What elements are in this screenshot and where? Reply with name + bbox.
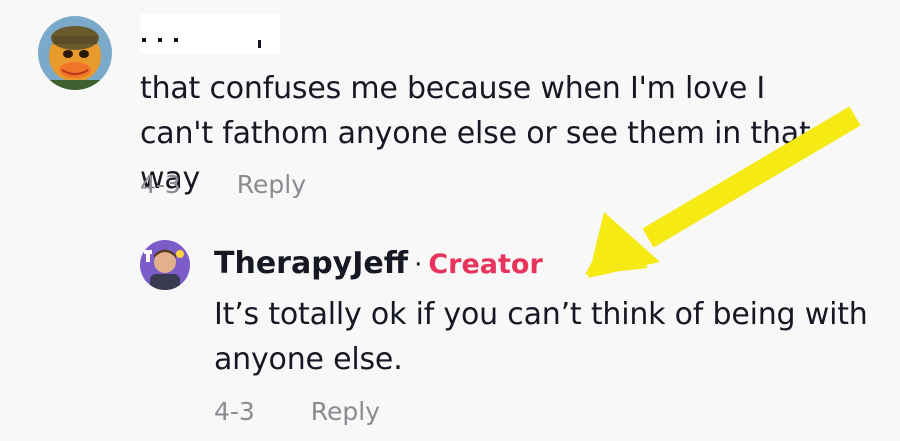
reply-date: 4-3 bbox=[214, 397, 255, 426]
comment-date: 4-3 bbox=[140, 170, 181, 199]
reply-reply-button[interactable]: Reply bbox=[311, 397, 380, 426]
reply-meta: 4-3 Reply bbox=[214, 397, 380, 426]
reply-header: TherapyJeff · Creator bbox=[214, 244, 543, 285]
creator-badge: Creator bbox=[428, 249, 543, 280]
comment-item: that confuses me because when I'm love I… bbox=[0, 0, 900, 220]
username-redacted bbox=[140, 14, 280, 54]
commenter-avatar[interactable] bbox=[38, 16, 112, 90]
therapyjeff-avatar[interactable] bbox=[140, 240, 190, 290]
reply-separator: · bbox=[414, 250, 423, 280]
reply-author[interactable]: TherapyJeff bbox=[214, 246, 408, 281]
comment-meta: 4-3 Reply bbox=[140, 170, 306, 199]
reply-button[interactable]: Reply bbox=[237, 170, 306, 199]
reply-text: It’s totally ok if you can’t think of be… bbox=[214, 297, 868, 377]
